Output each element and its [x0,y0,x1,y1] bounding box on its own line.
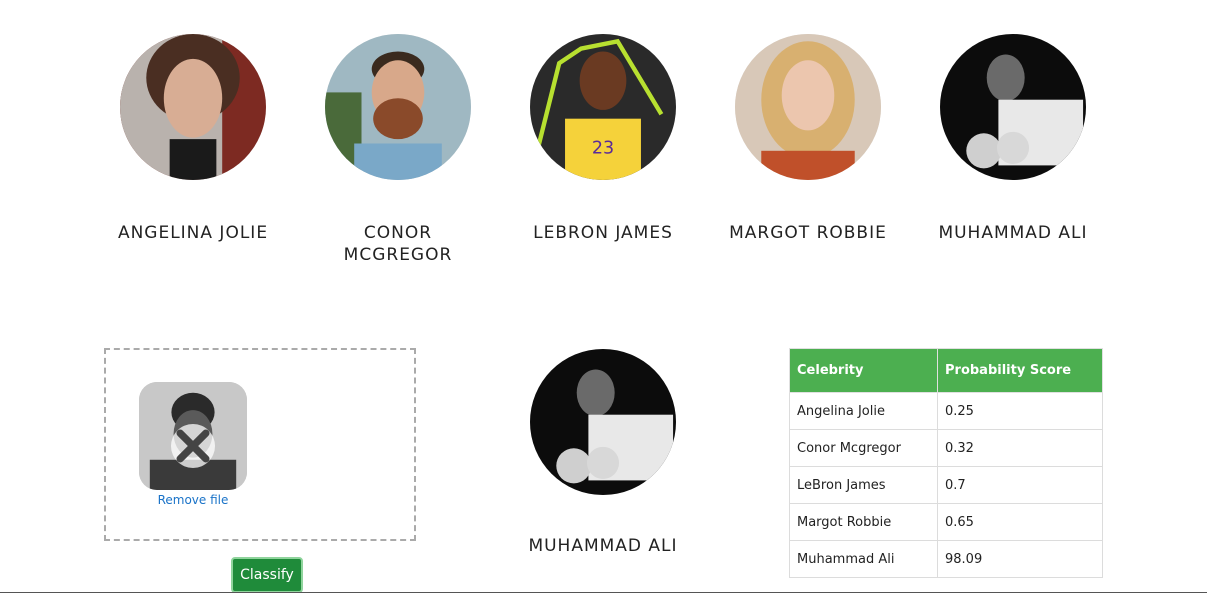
celebrity-name-margot-robbie: MARGOT ROBBIE [729,223,887,243]
cell-celebrity: LeBron James [789,466,938,504]
cell-score: 0.32 [937,429,1103,467]
cell-score: 0.7 [937,466,1103,504]
avatar-angelina-jolie [120,34,266,180]
avatar-margot-robbie [735,34,881,180]
celebrity-name-angelina-jolie: ANGELINA JOLIE [117,223,269,243]
classify-button[interactable]: Classify [231,557,303,593]
result-avatar [530,349,676,495]
celebrity-name-conor-mcgregor: CONOR MCGREGOR [343,223,453,265]
cell-celebrity: Angelina Jolie [789,392,938,430]
bottom-divider [0,592,1207,593]
table-row: Conor Mcgregor 0.32 [789,429,1103,467]
celebrity-name-lebron-james: LEBRON JAMES [533,223,673,243]
avatar-muhammad-ali [940,34,1086,180]
table-row: Margot Robbie 0.65 [789,503,1103,541]
uploaded-image-thumbnail [139,382,247,490]
cell-celebrity: Conor Mcgregor [789,429,938,467]
cell-score: 98.09 [937,540,1103,578]
probability-table: Celebrity Probability Score Angelina Jol… [789,348,1103,578]
column-header-probability: Probability Score [937,348,1103,393]
file-dropzone[interactable]: Remove file [104,348,416,541]
cell-celebrity: Muhammad Ali [789,540,938,578]
remove-file-icon[interactable] [171,424,215,468]
result-celebrity-name: MUHAMMAD ALI [528,536,678,556]
column-header-celebrity: Celebrity [789,348,938,393]
cell-score: 0.25 [937,392,1103,430]
cell-score: 0.65 [937,503,1103,541]
table-header-row: Celebrity Probability Score [789,348,1103,393]
avatar-conor-mcgregor [325,34,471,180]
remove-file-link[interactable]: Remove file [139,493,247,507]
table-row: Muhammad Ali 98.09 [789,540,1103,578]
avatar-lebron-james: 23 [530,34,676,180]
table-row: LeBron James 0.7 [789,466,1103,504]
cell-celebrity: Margot Robbie [789,503,938,541]
table-row: Angelina Jolie 0.25 [789,392,1103,430]
svg-text:23: 23 [592,139,614,159]
celebrity-name-muhammad-ali: MUHAMMAD ALI [938,223,1088,243]
